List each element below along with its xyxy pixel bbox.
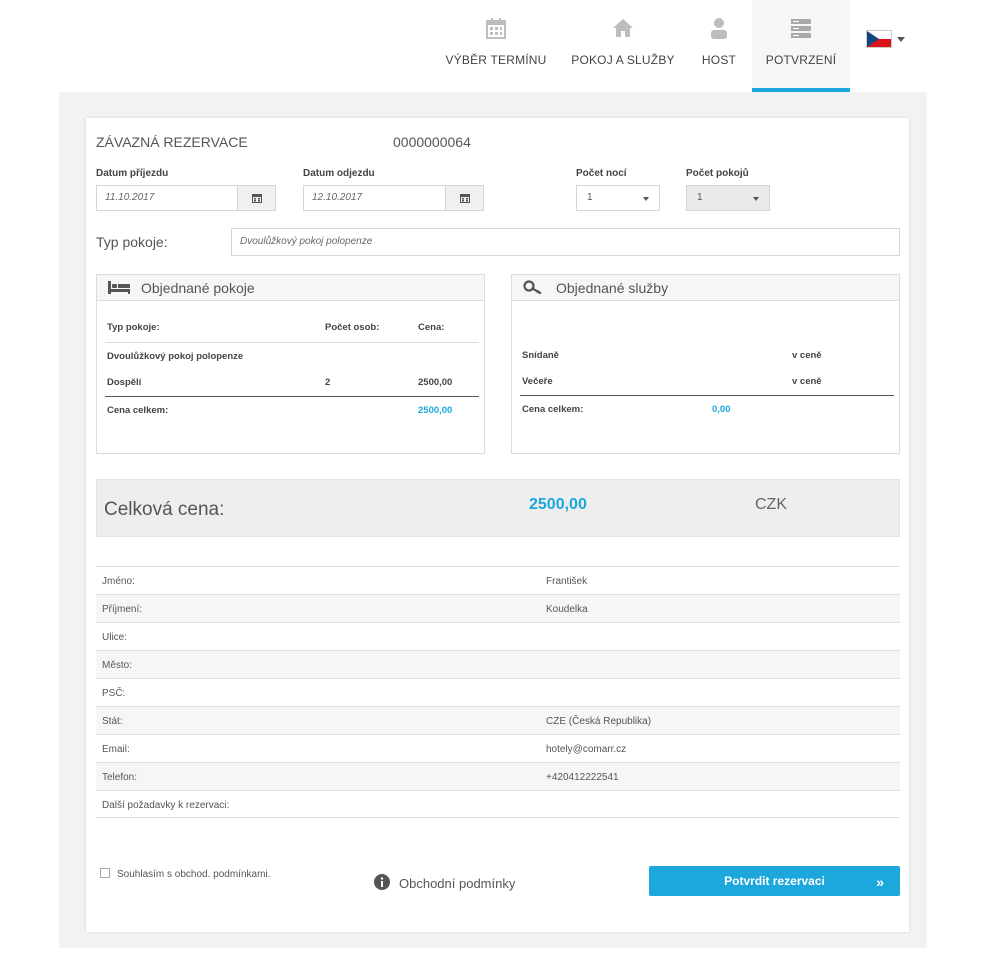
guest-row-city: Město: (96, 650, 900, 678)
ordered-services-panel: Objednané služby Snídaně v ceně Večeře v… (511, 274, 900, 454)
rooms-select[interactable]: 1 (686, 185, 770, 211)
divider (520, 395, 894, 396)
rooms-col-price: Cena: (418, 322, 445, 333)
divider (105, 342, 479, 343)
rooms-room-name: Dvoulůžkový pokoj polopenze (107, 351, 244, 362)
guest-label: Ulice: (102, 632, 128, 643)
guest-row-country: Stát: CZE (Česká Republika) (96, 706, 900, 734)
key-icon (523, 280, 542, 295)
calendar-icon (486, 18, 506, 39)
service-price-2: v ceně (792, 376, 822, 387)
guest-label: Email: (102, 744, 130, 755)
departure-date-value: 12.10.2017 (312, 192, 363, 203)
nav-step-room-label: POKOJ A SLUŽBY (571, 53, 675, 67)
rooms-total-value: 2500,00 (418, 405, 453, 416)
ordered-rooms-panel: Objednané pokoje Typ pokoje: Počet osob:… (96, 274, 485, 454)
guest-value: CZE (Česká Republika) (546, 716, 652, 727)
ordered-services-title: Objednané služby (556, 280, 669, 296)
nav-step-confirm-label: POTVRZENÍ (765, 53, 837, 67)
info-icon[interactable] (374, 874, 390, 890)
nights-label: Počet nocí (576, 168, 627, 179)
service-name-1: Snídaně (522, 350, 559, 361)
total-price-label: Celková cena: (104, 499, 225, 520)
calendar-icon (252, 194, 262, 203)
total-price-value: 2500,00 (529, 496, 587, 513)
arrival-date-field[interactable]: 11.10.2017 (96, 185, 276, 211)
guest-label: Další požadavky k rezervaci: (102, 800, 230, 811)
confirm-reservation-label: Potvrdit rezervaci (724, 874, 825, 888)
chevron-down-icon[interactable] (897, 37, 905, 42)
nav-step-date-label: VÝBĚR TERMÍNU (445, 53, 547, 67)
guest-row-street: Ulice: (96, 622, 900, 650)
reservation-number: 0000000064 (393, 134, 471, 150)
agree-terms-label: Souhlasím s obchod. podmínkami. (117, 869, 271, 880)
chevron-down-icon (753, 197, 759, 201)
home-icon (613, 19, 633, 37)
total-price-box: Celková cena: 2500,00 CZK (96, 479, 900, 537)
guest-row-first-name: Jméno: František (96, 566, 900, 594)
guest-row-phone: Telefon: +420412222541 (96, 762, 900, 790)
guest-label: Telefon: (102, 772, 138, 783)
chevron-down-icon (643, 197, 649, 201)
divider (105, 396, 479, 397)
rooms-value: 1 (697, 192, 703, 203)
rooms-row-price: 2500,00 (418, 377, 453, 388)
services-total-label: Cena celkem: (522, 404, 584, 415)
bed-icon (108, 281, 130, 294)
server-icon (791, 19, 811, 38)
ordered-services-header: Objednané služby (512, 275, 899, 301)
ordered-rooms-title: Objednané pokoje (141, 280, 255, 296)
guest-row-last-name: Příjmení: Koudelka (96, 594, 900, 622)
rooms-col-type: Typ pokoje: (107, 322, 160, 333)
departure-label: Datum odjezdu (303, 168, 375, 179)
nights-value: 1 (587, 192, 593, 203)
double-chevron-right-icon: » (876, 874, 884, 890)
arrival-date-value: 11.10.2017 (105, 192, 155, 203)
nav-step-confirm[interactable]: POTVRZENÍ (752, 0, 850, 92)
guest-value: +420412222541 (546, 772, 619, 783)
guest-value: Koudelka (546, 604, 588, 615)
guest-label: Město: (102, 660, 133, 671)
ordered-rooms-header: Objednané pokoje (97, 275, 484, 301)
guest-row-email: Email: hotely@comarr.cz (96, 734, 900, 762)
nights-select[interactable]: 1 (576, 185, 660, 211)
guest-label: Příjmení: (102, 604, 143, 615)
nav-step-room[interactable]: POKOJ A SLUŽBY (566, 0, 680, 92)
guest-label: Stát: (102, 716, 123, 727)
total-price-currency: CZK (755, 496, 787, 513)
departure-date-field[interactable]: 12.10.2017 (303, 185, 484, 211)
guest-row-requests: Další požadavky k rezervaci: (96, 790, 900, 818)
service-price-1: v ceně (792, 350, 822, 361)
guest-row-zip: PSČ: (96, 678, 900, 706)
departure-calendar-button[interactable] (445, 186, 483, 210)
arrival-calendar-button[interactable] (237, 186, 275, 210)
rooms-total-label: Cena celkem: (107, 405, 169, 416)
nav-step-guest-label: HOST (701, 53, 737, 67)
services-total-value: 0,00 (712, 404, 731, 415)
user-icon (711, 18, 727, 39)
nav-step-date[interactable]: VÝBĚR TERMÍNU (440, 0, 552, 92)
rooms-label: Počet pokojů (686, 168, 749, 179)
arrival-label: Datum příjezdu (96, 168, 169, 179)
room-type-field[interactable]: Dvoulůžkový pokoj polopenze (231, 228, 900, 256)
guest-value: hotely@comarr.cz (546, 744, 627, 755)
room-type-label: Typ pokoje: (96, 234, 168, 250)
confirm-reservation-button[interactable]: Potvrdit rezervaci » (649, 866, 900, 896)
nav-step-guest[interactable]: HOST (694, 0, 744, 92)
rooms-row-persons: 2 (325, 377, 331, 388)
top-navigation: VÝBĚR TERMÍNU POKOJ A SLUŽBY HOST POTVRZ… (0, 0, 985, 92)
guest-value: František (546, 576, 588, 587)
page-title: ZÁVAZNÁ REZERVACE (96, 134, 248, 150)
rooms-row-label: Dospělí (107, 377, 142, 388)
agree-terms-checkbox[interactable] (100, 868, 110, 878)
rooms-col-persons: Počet osob: (325, 322, 380, 333)
terms-link[interactable]: Obchodní podmínky (399, 876, 515, 891)
calendar-icon (460, 194, 470, 203)
service-name-2: Večeře (522, 376, 553, 387)
guest-label: PSČ: (102, 688, 126, 699)
cz-flag-icon[interactable] (866, 30, 892, 48)
guest-label: Jméno: (102, 576, 135, 587)
